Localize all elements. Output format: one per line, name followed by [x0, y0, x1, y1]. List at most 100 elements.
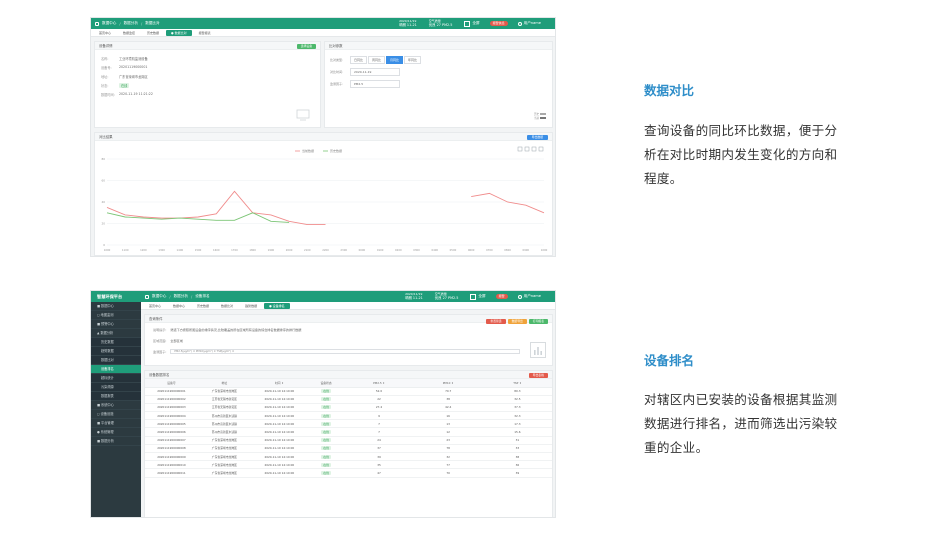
tab-4-active[interactable]: ● 数据比对	[166, 29, 192, 36]
compare-type-option-selected[interactable]: 月同比	[386, 56, 404, 64]
compare-type: 比对类型: 日同比 周同比 月同比 年同比	[330, 56, 552, 64]
fullscreen-button[interactable]: 全屏	[464, 20, 480, 27]
table-cell: 32.5	[482, 395, 552, 404]
sidebar-item[interactable]: 数据比对	[91, 356, 141, 365]
sidebar-item[interactable]: 污染溯源	[91, 383, 141, 392]
compare-type-label: 比对类型:	[330, 58, 344, 62]
table-cell: 36	[482, 460, 552, 470]
column-header: 设备状态	[307, 379, 345, 388]
x-tick-label: 1200	[140, 248, 147, 252]
alarm-badge[interactable]: 报警	[495, 294, 508, 299]
select-device-button[interactable]: 选择设备	[296, 43, 316, 49]
weather-date-line2: 晴朗 11-21	[399, 22, 417, 27]
table-cell: 2020-11-19 14:10:00	[250, 460, 308, 470]
tab-1[interactable]: 首页中心	[94, 30, 116, 36]
print-button[interactable]: 打印报表	[528, 318, 548, 324]
sidebar-item[interactable]: ■ 预警中心	[91, 320, 141, 329]
tab-3[interactable]: 历史数据	[142, 30, 164, 36]
table-cell: 2020111900000006	[145, 427, 198, 437]
table-cell: 13	[413, 419, 483, 429]
sidebar-item[interactable]: 历史数据	[91, 338, 141, 347]
series-line-1	[106, 190, 326, 226]
sidebar-item[interactable]: ■ 平台管理	[91, 419, 141, 428]
sidebar-item[interactable]: ◻ 设备设施	[91, 410, 141, 419]
device-row-key: 状态:	[101, 84, 109, 88]
export-data-button[interactable]: 导出数据	[526, 134, 548, 140]
column-header[interactable]: TSP ↕	[482, 379, 552, 388]
table-cell: 2020-11-19 14:10:00	[250, 395, 308, 404]
x-tick-label: 0300	[413, 248, 420, 252]
table-cell: 2020111900000003	[145, 403, 198, 413]
breadcrumb-1[interactable]: 数据中心	[152, 294, 166, 299]
tab-2[interactable]: 数据监控	[118, 30, 140, 36]
y-tick-label: 60	[101, 179, 105, 183]
menu-icon[interactable]	[95, 21, 99, 26]
status-badge: 在线	[321, 462, 331, 467]
x-tick-label: 0400	[431, 248, 438, 252]
export-table-button[interactable]: 导出表格	[528, 372, 548, 378]
compare-type-option[interactable]: 年同比	[404, 56, 422, 64]
x-tick-label: 1100	[122, 248, 129, 252]
sidebar-item[interactable]: ◻ 地图监测	[91, 311, 141, 320]
sidebar-item[interactable]: ▲ 数据分析	[91, 329, 141, 338]
tab-4[interactable]: 数据比对	[216, 303, 238, 309]
reset-filter-button[interactable]: 重置筛选	[486, 318, 506, 324]
breadcrumb-separator: /	[169, 294, 171, 299]
breadcrumb-1[interactable]: 数据中心	[102, 21, 116, 26]
sidebar-item[interactable]: 数据报表	[91, 392, 141, 401]
chart-tool-icon	[538, 146, 544, 152]
table-cell: 2020-11-19 14:10:00	[250, 427, 308, 437]
device-row-value: 2020-11-19 11:21:22	[119, 92, 153, 96]
filter-note-label: 说明提示:	[153, 328, 167, 332]
sidebar-item[interactable]: 设备排名	[91, 365, 141, 374]
compare-type-option[interactable]: 日同比	[350, 56, 368, 64]
column-header[interactable]: 时间 ↕	[250, 379, 308, 388]
sidebar-item[interactable]: ■ 数据中心	[91, 302, 141, 311]
alarm-badge[interactable]: 报警信息	[489, 21, 508, 26]
compare-time: 对比时间: 2020-11-19	[330, 68, 552, 76]
table-cell: 在线	[307, 427, 345, 437]
chart-panel: 对比结果 导出数据 当前数据 历史数据 80 60 40 20 0 1000 1100 1200 1…	[94, 132, 553, 256]
breadcrumb-2[interactable]: 数据分析	[174, 294, 188, 299]
sidebar-item[interactable]: 趋势数据	[91, 347, 141, 356]
compare-type-option[interactable]: 周同比	[368, 56, 386, 64]
column-header[interactable]: PM2.5 ↕	[344, 379, 414, 388]
compare-time-input[interactable]: 2020-11-19	[350, 68, 400, 76]
factor-select-input[interactable]: PM2.5	[350, 80, 400, 88]
tab-6-active[interactable]: ● 设备排名	[264, 302, 290, 309]
table-cell: 在线	[307, 436, 345, 445]
tab-3[interactable]: 历史数据	[192, 303, 214, 309]
factor-multiselect[interactable]: PM2.5(μg/m³) ✕ PM10(μg/m³) ✕ TSP(μg/m³) …	[170, 349, 521, 354]
tab-5[interactable]: 趋势数据	[240, 303, 262, 309]
x-tick-label: 2300	[340, 248, 347, 252]
menu-icon[interactable]	[145, 294, 149, 299]
sidebar-item[interactable]: ■ 数据分析	[91, 437, 141, 446]
tab-1[interactable]: 首页中心	[144, 303, 166, 309]
tab-2[interactable]: 数据中心	[168, 303, 190, 309]
sidebar-item[interactable]: ● 系统管理	[91, 428, 141, 437]
tab-5[interactable]: 报警报表	[194, 30, 216, 36]
sidebar-item[interactable]: 超标统计	[91, 374, 141, 383]
user-menu[interactable]: 用户name	[517, 21, 541, 26]
filter-area-value[interactable]: 全部区域	[170, 338, 182, 343]
table-cell: 在线	[307, 419, 345, 429]
export-button[interactable]: 数据导出	[507, 318, 527, 324]
table-cell: 31	[482, 436, 552, 445]
table-cell: 2020-11-19 14:10:00	[250, 419, 308, 429]
table-cell: 在线	[307, 444, 345, 454]
column-header[interactable]: PM10 ↕	[413, 379, 483, 388]
x-tick-label: 2000	[286, 248, 293, 252]
bar-chart-icon[interactable]	[530, 342, 546, 358]
section-body-line: 数据进行排名，进而筛选出污染较	[644, 416, 838, 431]
table-cell: 2020111900000005	[145, 419, 198, 429]
table-cell: 在线	[307, 452, 345, 462]
device-row-value: 广东省深圳市龙岗区	[119, 75, 148, 79]
sidebar-item[interactable]: ■ 系统中心	[91, 401, 141, 410]
x-tick-label: 1000	[104, 248, 111, 252]
fullscreen-button[interactable]: 全屏	[470, 293, 486, 300]
mini-legend-swatch	[540, 113, 546, 115]
user-menu[interactable]: 用户name	[517, 294, 541, 299]
breadcrumb-2[interactable]: 数据分析	[124, 21, 138, 26]
table-row: 2020111900000002 江苏省无锡市新吴区 2020-11-19 14:1…	[145, 395, 552, 404]
table-cell: 37	[344, 444, 414, 454]
